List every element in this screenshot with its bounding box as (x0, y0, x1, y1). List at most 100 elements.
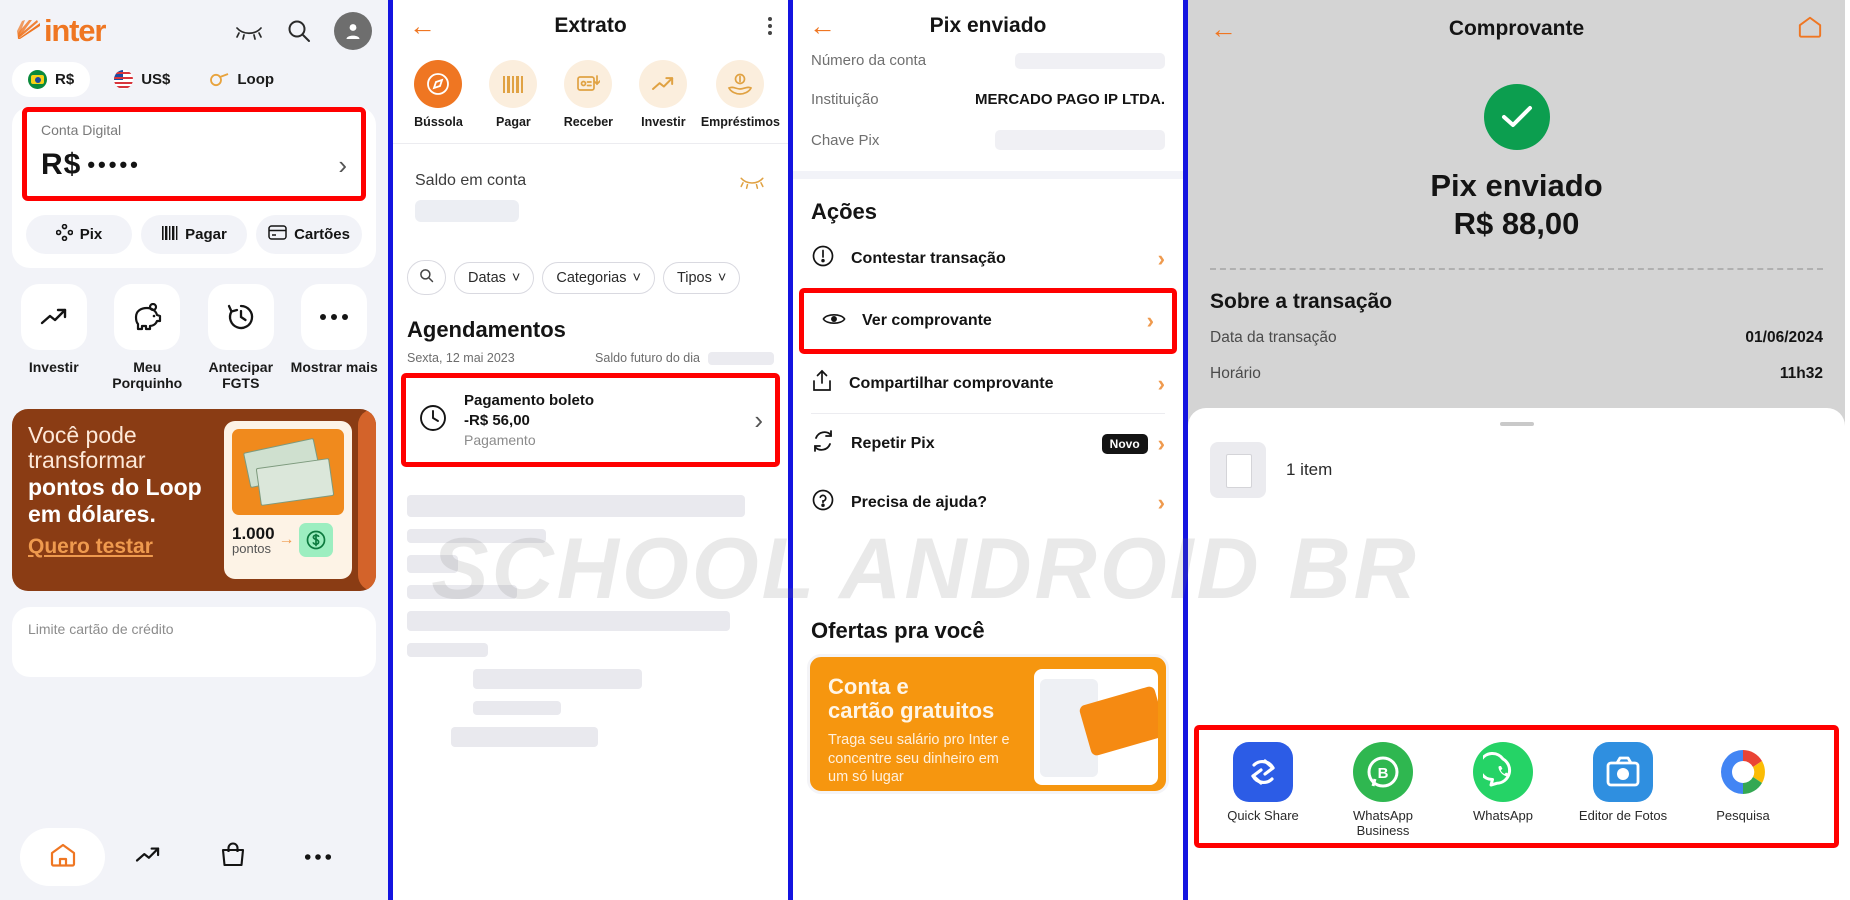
extrato-shortcut-pagar[interactable]: Pagar (476, 60, 551, 129)
filter-search-button[interactable] (407, 260, 446, 295)
quick-action-label: Cartões (294, 226, 350, 243)
action-right: › (1158, 490, 1165, 516)
section-title-acoes: Ações (811, 199, 878, 224)
shortcut-meu-porquinho[interactable]: Meu Porquinho (104, 284, 192, 391)
account-currency: R$ (41, 148, 82, 181)
back-arrow-icon[interactable]: ← (1210, 15, 1237, 43)
filter-tipos[interactable]: Tipos ˅ (662, 261, 741, 294)
nav-item-investments[interactable] (105, 828, 190, 886)
promo-next-card-peek (358, 409, 376, 592)
page-title: Comprovante (1448, 17, 1585, 40)
filter-categorias[interactable]: Categorias ˅ (542, 261, 655, 294)
nav-item-home[interactable] (20, 828, 105, 886)
currency-tab-brl[interactable]: R$ (12, 62, 91, 97)
share-target-whatsapp[interactable]: WhatsApp (1449, 742, 1557, 824)
section-divider (793, 171, 1183, 179)
action-precisa-de-ajuda[interactable]: Precisa de ajuda? › (793, 473, 1183, 532)
offer-card[interactable]: Conta e cartão gratuitos Traga seu salár… (807, 654, 1169, 794)
eye-closed-icon[interactable] (738, 172, 766, 195)
receipt-key: Data da transação (1210, 329, 1337, 346)
currency-tab-usd[interactable]: US$ (98, 62, 186, 97)
share-target-whatsapp-business[interactable]: B WhatsApp Business (1329, 742, 1437, 839)
offer-image (1034, 669, 1158, 785)
section-title-ofertas: Ofertas pra você (811, 618, 985, 643)
panel-extrato: ← Extrato Bússola Pagar Receber Investir… (388, 0, 788, 900)
google-search-icon (1713, 742, 1773, 803)
eye-closed-icon[interactable] (234, 16, 264, 46)
profile-avatar[interactable] (334, 12, 372, 50)
extrato-shortcut-investir[interactable]: Investir (626, 60, 701, 129)
section-title-sobre-transacao: Sobre a transação (1210, 290, 1393, 313)
credit-limit-card[interactable]: Limite cartão de crédito (12, 607, 376, 678)
dollar-circle-icon (298, 523, 333, 558)
barcode-icon (161, 225, 178, 245)
account-balance-highlight[interactable]: Conta Digital R$ ••••• › (22, 107, 366, 201)
promo-line4: em dólares. (28, 500, 156, 527)
schedule-date: Sexta, 12 mai 2023 (407, 351, 515, 365)
sheet-grabber[interactable] (1499, 422, 1534, 426)
share-target-editor-fotos[interactable]: Editor de Fotos (1569, 742, 1677, 824)
promo-cta-link[interactable]: Quero testar (28, 535, 153, 559)
back-arrow-icon[interactable]: ← (409, 12, 436, 40)
pix-icon (55, 223, 73, 245)
detail-row-numero-conta: Número da conta (811, 52, 1165, 80)
home-header: inter (0, 0, 388, 56)
action-ver-comprovante-highlight[interactable]: Ver comprovante › (799, 288, 1177, 354)
quick-action-label: Pix (79, 226, 103, 243)
search-icon[interactable] (284, 16, 314, 46)
chevron-right-icon[interactable]: › (1147, 308, 1154, 334)
quick-action-pix[interactable]: Pix (26, 215, 132, 254)
action-ver-comprovante[interactable]: Ver comprovante › (804, 293, 1172, 349)
action-label: Compartilhar comprovante (849, 374, 1054, 392)
nav-item-shop[interactable] (190, 828, 275, 886)
chevron-right-icon[interactable]: › (754, 405, 763, 436)
action-repetir-pix[interactable]: Repetir Pix Novo › (793, 414, 1183, 473)
receipt-row-horario: Horário 11h32 (1188, 356, 1845, 392)
kebab-menu-icon[interactable] (768, 17, 772, 35)
balance-label: Saldo em conta (415, 172, 527, 189)
action-compartilhar-comprovante[interactable]: Compartilhar comprovante › (793, 354, 1183, 413)
share-target-quick-share[interactable]: Quick Share (1209, 742, 1317, 824)
extrato-shortcut-emprestimos[interactable]: Empréstimos (701, 60, 780, 129)
share-sheet: 1 item Quick Share B WhatsApp Business W… (1188, 408, 1845, 848)
item-count-label: 1 item (1286, 460, 1333, 479)
page-title: Pix enviado (929, 14, 1047, 37)
shortcut-mostrar-mais[interactable]: Mostrar mais (291, 284, 379, 391)
share-target-pesquisa[interactable]: Pesquisa (1689, 742, 1797, 824)
chevron-right-icon[interactable]: › (1158, 431, 1165, 457)
nav-item-more[interactable] (275, 828, 360, 886)
ellipsis-icon (301, 284, 368, 350)
home-shortcuts: Investir Meu Porquinho Antecipar FGTS Mo… (0, 268, 388, 391)
chevron-right-icon[interactable]: › (338, 150, 347, 181)
extrato-shortcut-label: Bússola (414, 115, 463, 129)
shortcut-investir[interactable]: Investir (10, 284, 98, 391)
action-contestar-transacao[interactable]: Contestar transação › (793, 229, 1183, 288)
home-icon[interactable] (1797, 15, 1823, 44)
action-label: Repetir Pix (851, 434, 935, 452)
transaction-highlight[interactable]: Pagamento boleto -R$ 56,00 Pagamento › (401, 373, 780, 467)
shortcut-antecipar-fgts[interactable]: Antecipar FGTS (197, 284, 285, 391)
loop-promo-banner[interactable]: Você pode transformar pontos do Loop em … (12, 409, 376, 592)
action-right: › (1147, 308, 1154, 334)
action-right: › (1158, 371, 1165, 397)
share-target-label: Pesquisa (1716, 808, 1770, 824)
filter-datas[interactable]: Datas ˅ (454, 261, 535, 294)
chevron-right-icon[interactable]: › (1158, 246, 1165, 272)
chevron-right-icon[interactable]: › (1158, 371, 1165, 397)
back-arrow-icon[interactable]: ← (809, 12, 836, 40)
quick-action-pagar[interactable]: Pagar (141, 215, 247, 254)
currency-tab-loop[interactable]: Loop (194, 62, 290, 97)
extrato-shortcut-receber[interactable]: Receber (551, 60, 626, 129)
action-right: Novo › (1101, 431, 1165, 457)
compass-icon (414, 60, 463, 108)
currency-tabs: R$ US$ Loop (0, 56, 388, 107)
promo-line1: Você pode (28, 422, 137, 449)
points-label: pontos (232, 540, 272, 556)
receive-money-icon (564, 60, 613, 108)
shortcut-label: Mostrar mais (290, 359, 378, 375)
quick-action-cartoes[interactable]: Cartões (256, 215, 362, 254)
extrato-shortcut-bussola[interactable]: Bússola (401, 60, 476, 129)
chevron-right-icon[interactable]: › (1158, 490, 1165, 516)
whatsapp-business-icon: B (1353, 742, 1413, 803)
transaction-row[interactable]: Pagamento boleto -R$ 56,00 Pagamento › (406, 378, 775, 462)
